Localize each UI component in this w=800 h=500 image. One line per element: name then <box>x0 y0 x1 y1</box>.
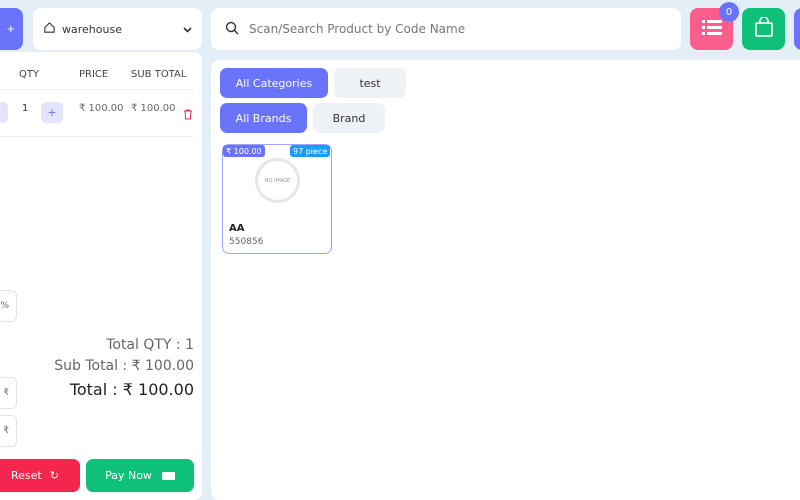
divider <box>0 136 194 137</box>
grand-total: Total : ₹ 100.00 <box>69 380 194 399</box>
warehouse-select[interactable]: warehouse <box>33 8 202 50</box>
shopping-bag-icon <box>754 16 773 41</box>
no-image-placeholder: NO IMAGE <box>255 158 300 203</box>
product-search[interactable]: Scan/Search Product by Code Name <box>211 8 681 50</box>
total-qty: Total QTY : 1 <box>106 337 194 353</box>
add-customer-button[interactable]: + <box>0 8 23 50</box>
trash-icon[interactable] <box>183 105 193 124</box>
percent-unit: % <box>0 301 9 311</box>
reset-label: Reset <box>11 469 42 482</box>
product-stock-badge: 97 piece <box>290 145 331 157</box>
category-chip-all[interactable]: All Categories <box>220 68 328 98</box>
qty-value: 1 <box>22 103 29 114</box>
brand-chip-all[interactable]: All Brands <box>220 103 307 133</box>
cart-button[interactable] <box>742 8 785 50</box>
chevron-down-icon <box>183 23 192 36</box>
fullscreen-button[interactable] <box>794 8 800 50</box>
col-price: PRICE <box>79 69 109 80</box>
cart-panel <box>0 52 202 500</box>
shipping-input[interactable]: ₹ <box>0 415 17 447</box>
plus-icon: + <box>6 23 15 35</box>
col-qty: QTY <box>19 69 40 80</box>
search-placeholder: Scan/Search Product by Code Name <box>249 22 466 36</box>
item-price: ₹ 100.00 <box>79 103 124 114</box>
rupee-unit: ₹ <box>3 388 9 398</box>
home-icon <box>43 21 56 37</box>
refresh-icon: ↻ <box>49 469 59 482</box>
divider <box>0 89 194 90</box>
cash-icon <box>161 471 175 480</box>
pay-label: Pay Now <box>105 469 152 482</box>
category-chip-test[interactable]: test <box>334 68 406 98</box>
pay-now-button[interactable]: Pay Now <box>86 459 194 492</box>
rupee-unit: ₹ <box>3 426 9 436</box>
reset-button[interactable]: Reset ↻ <box>0 459 80 492</box>
order-count-badge: 0 <box>719 2 739 22</box>
brand-chip-brand[interactable]: Brand <box>313 103 385 133</box>
product-price-badge: ₹ 100.00 <box>223 145 265 157</box>
discount-input[interactable]: % <box>0 290 17 322</box>
list-icon <box>701 19 722 39</box>
qty-decrement-button[interactable] <box>0 102 8 123</box>
warehouse-label: warehouse <box>62 22 122 36</box>
col-subtotal: SUB TOTAL <box>131 69 187 80</box>
product-code: 550856 <box>229 237 264 247</box>
sub-total: Sub Total : ₹ 100.00 <box>54 358 194 374</box>
tax-input[interactable]: ₹ <box>0 377 17 409</box>
search-icon <box>225 21 239 38</box>
qty-increment-button[interactable]: + <box>41 102 63 123</box>
product-name: AA <box>229 223 245 234</box>
item-subtotal: ₹ 100.00 <box>131 103 176 114</box>
